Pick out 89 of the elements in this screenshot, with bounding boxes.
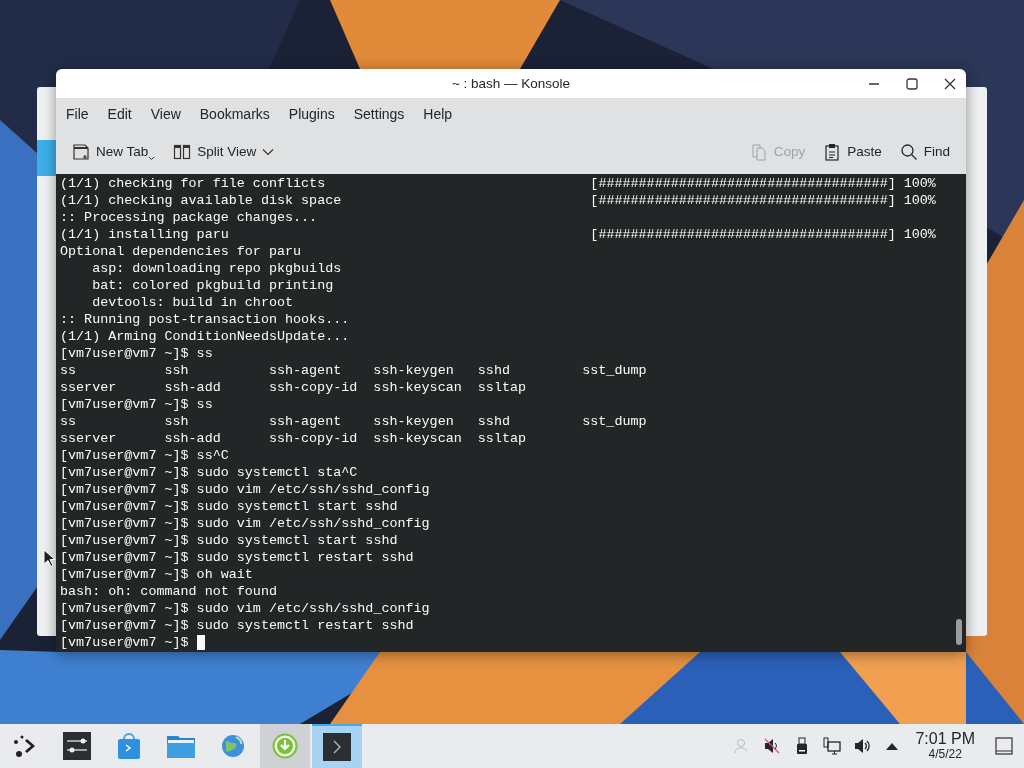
search-icon (899, 142, 918, 161)
close-icon[interactable] (943, 77, 957, 91)
command-name: ssh-agent (268, 413, 343, 430)
command-name: ssh-keyscan (373, 379, 463, 396)
sidebar-highlight (37, 140, 56, 176)
terminal-line: [vm7user@vm7 ~]$ sudo systemctl restart sshd (60, 549, 414, 566)
command-name: ssh-agent (268, 362, 343, 379)
terminal-line: [vm7user@vm7 ~]$ sudo vim /etc/ssh/sshd_config (60, 515, 430, 532)
command-name: ssh (164, 362, 190, 379)
terminal-line: [vm7user@vm7 ~]$ (60, 634, 189, 651)
command-name: sst_dump (582, 413, 648, 430)
command-name: ssh-add (164, 430, 222, 447)
clipboard-icon (823, 142, 842, 161)
progress-text: [####################################] 100% (590, 175, 936, 192)
menu-item[interactable]: Plugins (280, 105, 343, 122)
scrollbar-thumb[interactable] (956, 619, 962, 645)
menu-item[interactable]: Help (415, 105, 461, 122)
command-name: sshd (477, 413, 511, 430)
menu-item[interactable]: Settings (345, 105, 413, 122)
terminal-line: :: Running post-transaction hooks... (60, 311, 350, 328)
terminal-line: :: Processing package changes... (60, 209, 318, 226)
expand-arrow-icon[interactable] (886, 742, 899, 750)
terminal-line: (1/1) checking for file conflicts (60, 175, 327, 192)
terminal-line: [vm7user@vm7 ~]$ ss^C (60, 447, 229, 464)
command-name: sserver (60, 430, 118, 447)
command-name: ssh-add (164, 379, 222, 396)
clock[interactable]: 7:01 PM 4/5/22 (915, 731, 975, 761)
command-name: sst_dump (582, 362, 648, 379)
download-icon (272, 733, 298, 759)
maximize-icon[interactable] (905, 77, 919, 91)
terminal-line: devtools: build in chroot (91, 294, 294, 311)
command-name: ss (60, 362, 78, 379)
new-tab-button[interactable]: New Tab (66, 139, 162, 164)
command-name: ssltap (477, 379, 528, 396)
terminal-line: bash: oh: command not found (60, 583, 277, 600)
sliders-icon (63, 732, 91, 760)
terminal-line: (1/1) checking available disk space (60, 192, 343, 209)
progress-text: [####################################] 100% (590, 226, 936, 243)
command-name: ssh-copy-id (268, 379, 359, 396)
caret-icon (148, 155, 156, 161)
command-name: sserver (60, 379, 118, 396)
copy-icon (749, 142, 768, 161)
command-name: sshd (477, 362, 511, 379)
command-name: ssh-keygen (373, 413, 455, 430)
command-name: ss (60, 413, 78, 430)
terminal-line: [vm7user@vm7 ~]$ sudo systemctl sta^C (60, 464, 358, 481)
terminal-line: bat: colored pkgbuild printing (91, 277, 334, 294)
command-name: ssh-copy-id (268, 430, 359, 447)
shopping-bag-icon (115, 732, 143, 760)
command-name: ssh-keygen (373, 362, 455, 379)
command-name: ssltap (477, 430, 528, 447)
clock-time: 7:01 PM (915, 731, 975, 749)
terminal-line: [vm7user@vm7 ~]$ oh wait (60, 566, 253, 583)
terminal-line: (1/1) installing paru (60, 226, 230, 243)
terminal-line: [vm7user@vm7 ~]$ ss (60, 396, 213, 413)
globe-icon (220, 733, 246, 759)
terminal-area[interactable] (56, 174, 966, 652)
terminal-line: asp: downloading repo pkgbuilds (91, 260, 342, 277)
taskbar-app[interactable] (312, 724, 362, 768)
terminal-line: [vm7user@vm7 ~]$ sudo systemctl start sshd (60, 498, 398, 515)
menu-item[interactable]: View (142, 105, 189, 122)
find-button[interactable]: Find (893, 139, 956, 164)
menu-item[interactable]: File (58, 105, 97, 122)
show-desktop-icon[interactable] (995, 737, 1013, 755)
mouse-pointer-icon (43, 549, 55, 567)
network-icon[interactable] (823, 737, 842, 755)
terminal-line: [vm7user@vm7 ~]$ ss (60, 345, 213, 362)
progress-text: [####################################] 100% (590, 192, 936, 209)
terminal-line: [vm7user@vm7 ~]$ sudo systemctl start sshd (60, 532, 398, 549)
caret-icon (262, 147, 275, 156)
split-view-icon (173, 142, 192, 161)
clock-date: 4/5/22 (928, 748, 962, 761)
terminal-line: [vm7user@vm7 ~]$ sudo systemctl restart sshd (60, 617, 414, 634)
muted-speaker-icon[interactable] (763, 737, 782, 755)
terminal-icon (323, 733, 351, 761)
new-tab-icon (72, 142, 90, 161)
speaker-icon[interactable] (853, 737, 872, 755)
menu-item[interactable]: Edit (99, 105, 140, 122)
usb-drive-icon[interactable] (796, 737, 809, 755)
terminal-line: Optional dependencies for paru (60, 243, 302, 260)
command-name: ssh (164, 413, 190, 430)
window-title: ~ : bash — Konsole (451, 75, 571, 91)
terminal-line: [vm7user@vm7 ~]$ sudo vim /etc/ssh/sshd_config (60, 481, 430, 498)
menu-item[interactable]: Bookmarks (191, 105, 278, 122)
paste-button[interactable]: Paste (817, 139, 888, 164)
split-view-button[interactable]: Split View (167, 139, 281, 164)
terminal-line: [vm7user@vm7 ~]$ sudo vim /etc/ssh/sshd_config (60, 600, 430, 617)
command-name: ssh-keyscan (373, 430, 463, 447)
terminal-line: (1/1) Arming ConditionNeedsUpdate... (60, 328, 350, 345)
